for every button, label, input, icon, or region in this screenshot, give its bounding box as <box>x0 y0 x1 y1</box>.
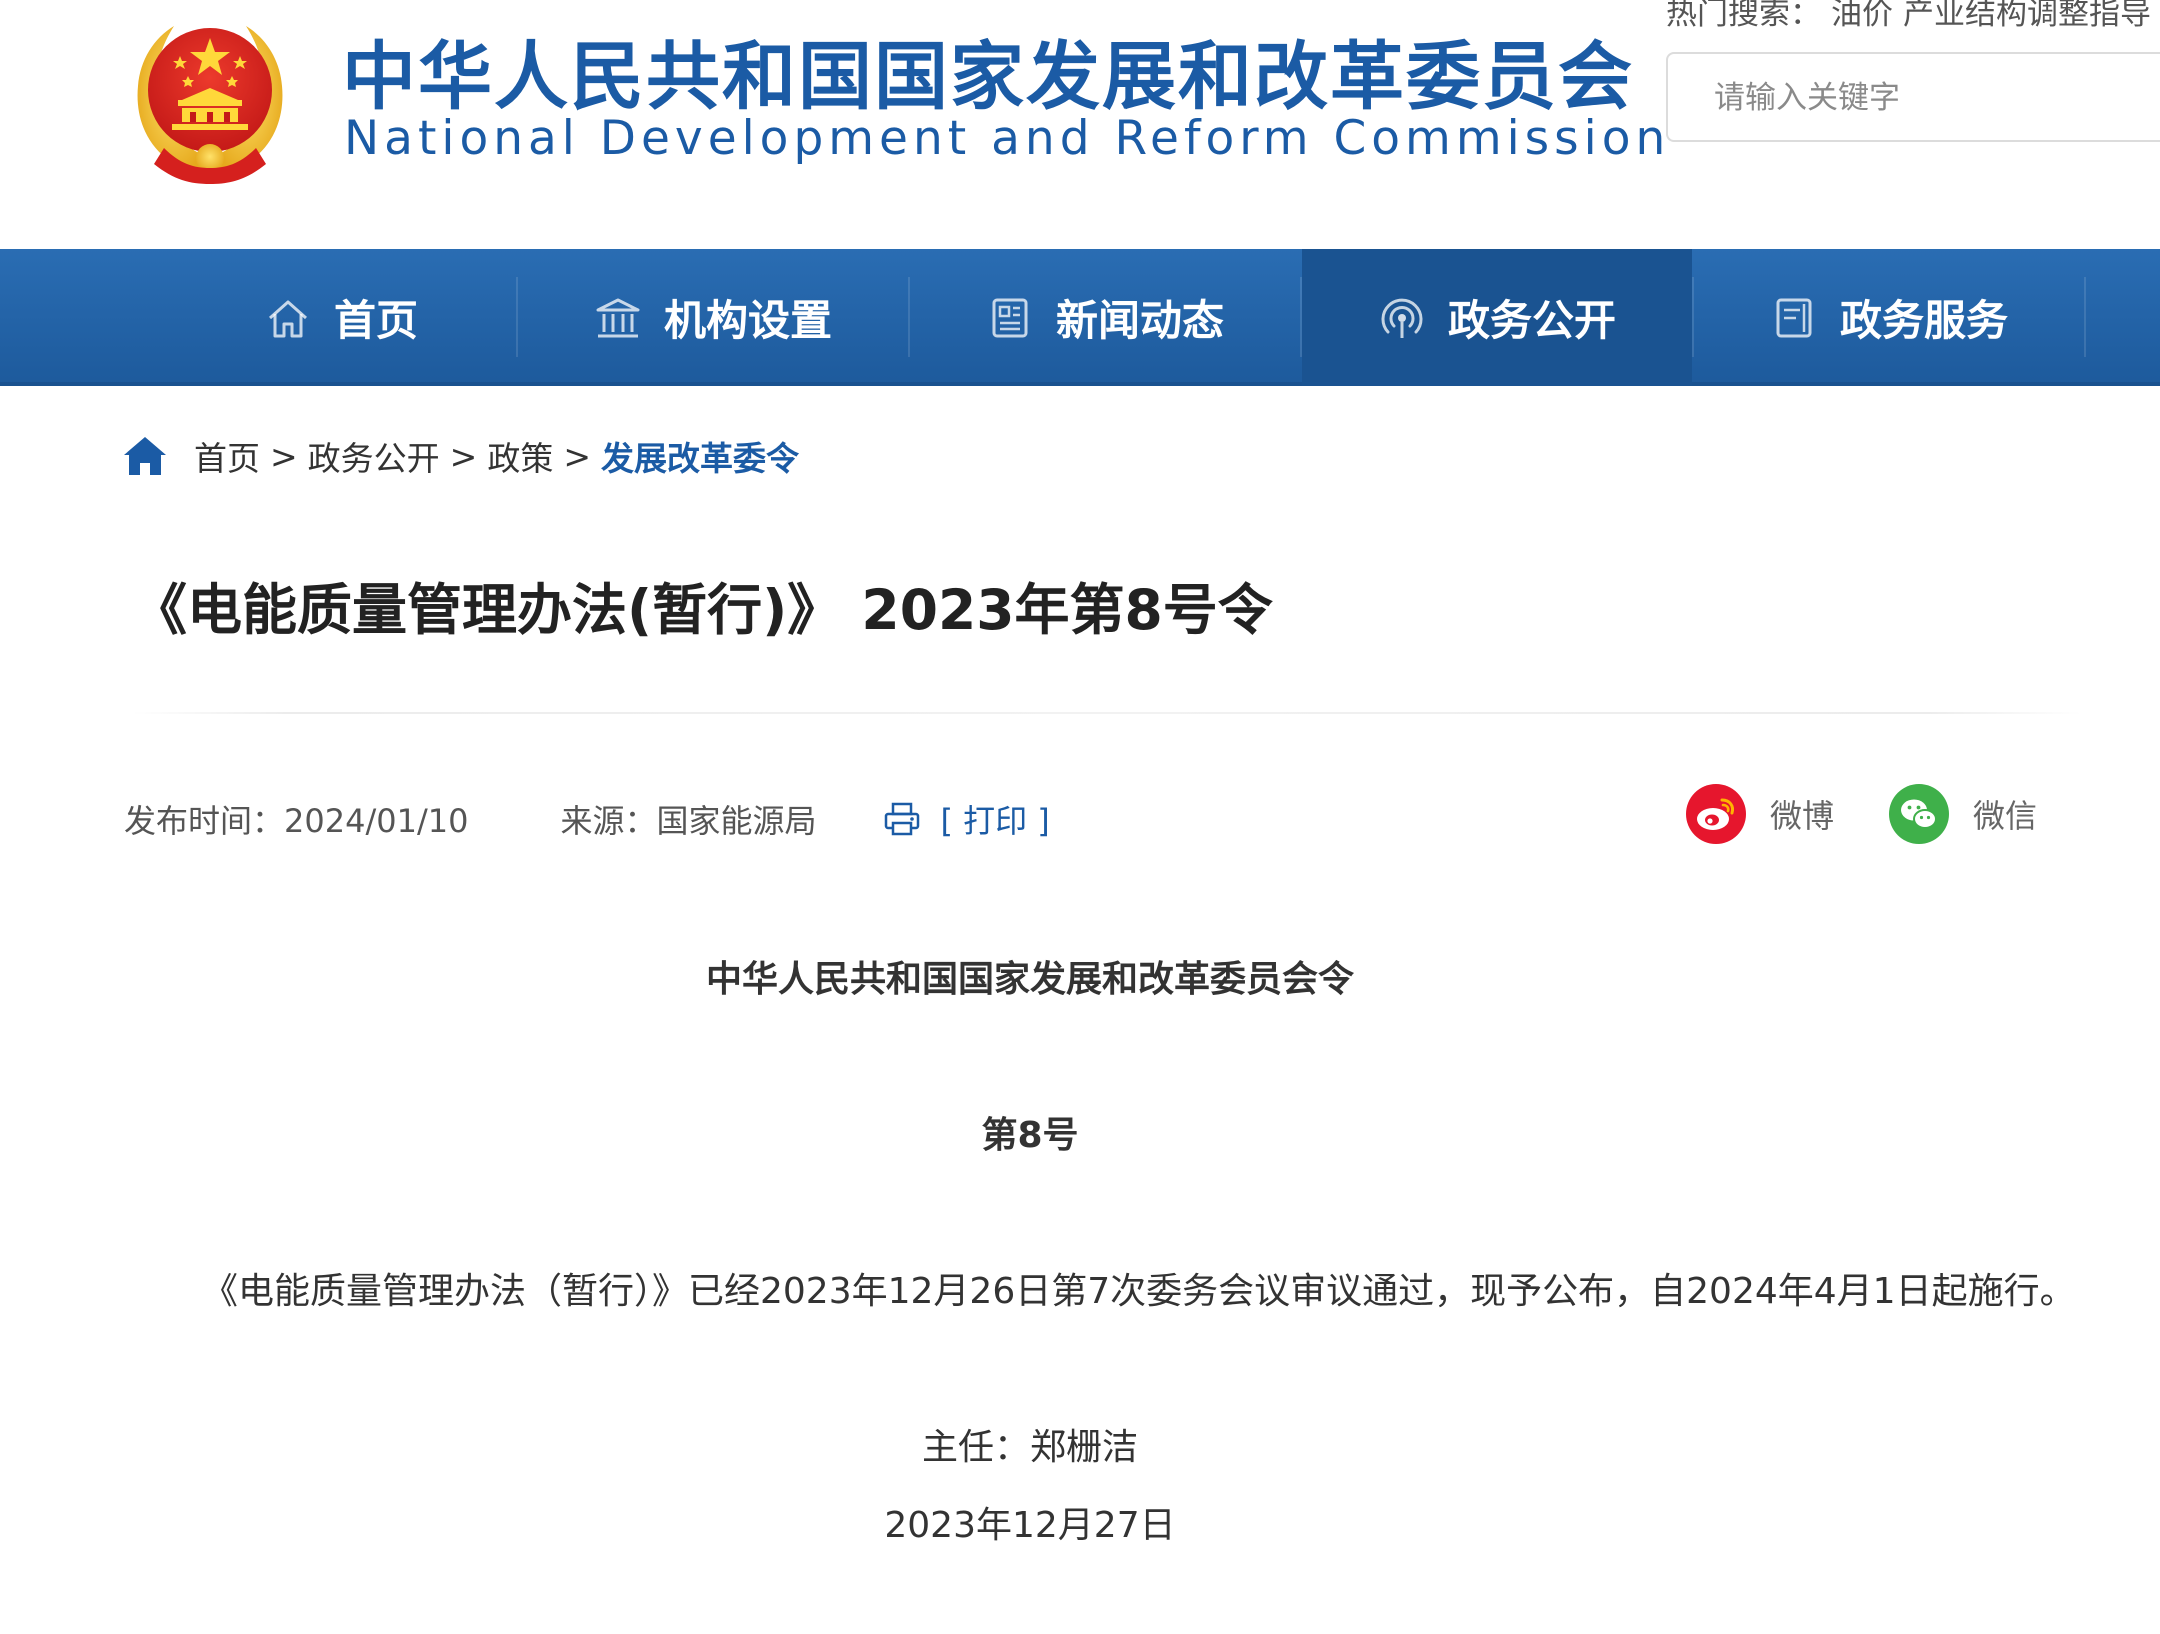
print-button[interactable]: [ 打印 ] <box>882 796 1050 842</box>
nav-item-home[interactable]: 首页 <box>166 249 516 386</box>
hot-search-label: 热门搜索： <box>1666 0 1821 32</box>
breadcrumb-separator: > <box>449 436 478 476</box>
site-title-chinese: 中华人民共和国国家发展和改革委员会 <box>342 34 1634 120</box>
breadcrumb-separator: > <box>563 436 591 476</box>
document-paragraph: 《电能质量管理办法（暂行）》已经2023年12月26日第7次委务会议审议通过，现… <box>202 1271 2076 1312</box>
national-emblem-icon[interactable] <box>120 8 300 188</box>
service-document-icon <box>1776 298 1812 337</box>
nav-divider <box>2084 277 2086 357</box>
breadcrumb: 首页 > 政务公开 > 政策 > 发展改革委令 <box>122 428 799 484</box>
share-wechat-button[interactable]: 微信 <box>1889 784 2037 844</box>
share-weibo-label: 微博 <box>1770 797 1835 835</box>
printer-icon <box>885 802 920 836</box>
main-nav: 首页 机构设置 新闻动态 政务公开 政务服务 <box>0 249 2160 386</box>
nav-item-label: 首页 <box>333 296 418 345</box>
hot-search-bar: 热门搜索： 油价 产业结构调整指导 <box>1666 0 2160 36</box>
nav-item-news[interactable]: 新闻动态 <box>910 249 1300 386</box>
title-divider <box>132 712 2082 714</box>
nav-item-label: 新闻动态 <box>1055 296 1224 345</box>
site-header: 中华人民共和国国家发展和改革委员会 National Development a… <box>0 0 2160 249</box>
article-title: 《电能质量管理办法(暂行)》 2023年第8号令 <box>132 578 1273 642</box>
search-input[interactable] <box>1712 72 2156 124</box>
home-icon[interactable] <box>122 435 168 477</box>
document-heading: 中华人民共和国国家发展和改革委员会令 <box>705 959 1354 1000</box>
hot-search-term[interactable]: 油价 <box>1831 0 1893 32</box>
document-number: 第8号 <box>981 1115 1079 1156</box>
nav-item-label: 机构设置 <box>663 296 832 345</box>
wechat-icon <box>1889 784 1949 844</box>
nav-item-government-services[interactable]: 政务服务 <box>1694 249 2084 386</box>
institution-building-icon <box>596 298 640 337</box>
newspaper-icon <box>992 298 1028 337</box>
share-weibo-button[interactable]: 微博 <box>1686 784 1834 844</box>
share-wechat-label: 微信 <box>1973 797 2038 835</box>
print-link[interactable]: [ 打印 ] <box>940 796 1049 842</box>
hot-search-term[interactable]: 产业结构调整指导 <box>1903 0 2151 32</box>
breadcrumb-link-government-affairs[interactable]: 政务公开 <box>308 432 440 480</box>
article-source: 来源：国家能源局 <box>560 802 817 840</box>
publish-time: 发布时间：2024/01/10 <box>124 802 469 840</box>
breadcrumb-current[interactable]: 发展改革委令 <box>601 432 799 480</box>
house-icon <box>268 300 307 337</box>
site-title-english: National Development and Reform Commissi… <box>344 111 1671 166</box>
breadcrumb-link-policy[interactable]: 政策 <box>487 432 553 480</box>
document-signer: 主任：郑栅洁 <box>921 1427 1138 1468</box>
document-date: 2023年12月27日 <box>884 1505 1176 1546</box>
nav-item-institutions[interactable]: 机构设置 <box>518 249 908 386</box>
search-box <box>1666 52 2160 142</box>
nav-item-government-affairs[interactable]: 政务公开 <box>1302 249 1692 386</box>
breadcrumb-separator: > <box>270 436 298 476</box>
breadcrumb-link-home[interactable]: 首页 <box>194 432 260 480</box>
nav-item-label: 政务服务 <box>1839 296 2008 345</box>
broadcast-signal-icon <box>1381 298 1423 338</box>
nav-item-label: 政务公开 <box>1447 296 1616 345</box>
article-meta: 发布时间：2024/01/10 来源：国家能源局 [ 打印 ] <box>124 794 1050 844</box>
weibo-icon <box>1686 784 1746 844</box>
